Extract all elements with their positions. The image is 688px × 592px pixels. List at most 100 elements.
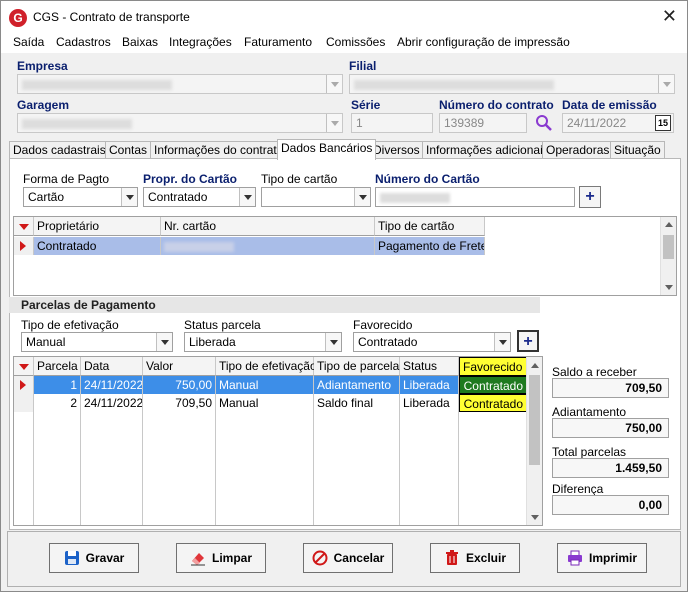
tab-informacoes-adicionais[interactable]: Informações adicionais xyxy=(422,141,553,159)
eraser-icon xyxy=(190,550,206,566)
col-proprietario[interactable]: Proprietário xyxy=(34,217,161,236)
excluir-label: Excluir xyxy=(465,551,507,565)
cell-favorecido: Contratado xyxy=(459,394,527,412)
favorecido-select[interactable]: Contratado xyxy=(353,332,511,352)
garagem-value-redacted xyxy=(22,119,132,129)
grid-empty-area xyxy=(14,412,527,525)
tab-diversos[interactable]: Diversos xyxy=(369,141,424,159)
tab-operadoras[interactable]: Operadoras xyxy=(542,141,614,159)
scroll-down-icon[interactable] xyxy=(665,285,673,290)
numero-cartao-field[interactable] xyxy=(375,187,575,207)
cell-tipo-parcela: Saldo final xyxy=(314,394,400,412)
tab-informacoes-contrato[interactable]: Informações do contrato xyxy=(150,141,288,159)
serie-field[interactable]: 1 xyxy=(351,113,433,133)
table-row[interactable]: 1 24/11/2022 750,00 Manual Adiantamento … xyxy=(14,376,527,394)
parcelas-grid: Parcela Data Valor Tipo de efetivação Ti… xyxy=(13,356,543,526)
menu-saida[interactable]: Saída xyxy=(13,35,44,49)
data-emissao-label: Data de emissão xyxy=(562,98,657,112)
cell-tipo-efetivacao: Manual xyxy=(216,376,314,394)
numero-cartao-value-redacted xyxy=(380,193,450,203)
col-nr-cartao[interactable]: Nr. cartão xyxy=(161,217,375,236)
chevron-down-icon xyxy=(326,75,342,93)
imprimir-button[interactable]: Imprimir xyxy=(557,543,647,573)
save-icon xyxy=(64,550,80,566)
nr-cartao-redacted xyxy=(164,242,234,252)
row-indicator xyxy=(14,394,34,412)
add-parcela-button[interactable]: + xyxy=(517,330,539,352)
garagem-select[interactable] xyxy=(17,113,343,133)
cancel-icon xyxy=(312,550,328,566)
table-row[interactable]: 2 24/11/2022 709,50 Manual Saldo final L… xyxy=(14,394,527,412)
tipo-efetivacao-select[interactable]: Manual xyxy=(21,332,173,352)
scroll-thumb[interactable] xyxy=(663,235,674,259)
cell-parcela: 2 xyxy=(34,394,81,412)
close-icon[interactable]: ✕ xyxy=(662,6,677,27)
col-tipo-parcela[interactable]: Tipo de parcela xyxy=(314,357,400,376)
col-valor[interactable]: Valor xyxy=(143,357,216,376)
parcelas-grid-scrollbar[interactable] xyxy=(526,357,542,525)
tab-contas[interactable]: Contas xyxy=(105,141,152,159)
cell-proprietario: Contratado xyxy=(34,237,161,255)
cancelar-label: Cancelar xyxy=(333,551,385,565)
cartao-grid: Proprietário Nr. cartão Tipo de cartão C… xyxy=(13,216,677,296)
gravar-button[interactable]: Gravar xyxy=(49,543,139,573)
calendar-icon[interactable]: 15 xyxy=(655,115,671,131)
excluir-button[interactable]: Excluir xyxy=(430,543,520,573)
scroll-thumb[interactable] xyxy=(529,375,540,465)
menu-integracoes[interactable]: Integrações xyxy=(169,35,232,49)
data-emissao-value: 24/11/2022 xyxy=(567,116,627,130)
numero-contrato-label: Número do contrato xyxy=(439,98,554,112)
total-parcelas-value: 1.459,50 xyxy=(552,458,669,478)
forma-pagto-select[interactable]: Cartão xyxy=(23,187,138,207)
numero-contrato-field[interactable]: 139389 xyxy=(439,113,527,133)
chevron-down-icon xyxy=(658,75,674,93)
menu-abrir-config-impressao[interactable]: Abrir configuração de impressão xyxy=(397,35,570,49)
tipo-cartao-select[interactable] xyxy=(261,187,371,207)
numero-cartao-label: Número do Cartão xyxy=(375,172,480,186)
col-parcela[interactable]: Parcela xyxy=(34,357,81,376)
menu-comissoes[interactable]: Comissões xyxy=(326,35,385,49)
propr-cartao-select[interactable]: Contratado xyxy=(143,187,256,207)
add-cartao-button[interactable]: + xyxy=(579,186,601,208)
chevron-down-icon xyxy=(325,333,341,351)
col-status[interactable]: Status xyxy=(400,357,459,376)
table-row[interactable]: Contratado Pagamento de Frete xyxy=(14,237,485,255)
cell-valor: 709,50 xyxy=(143,394,216,412)
scroll-up-icon[interactable] xyxy=(665,222,673,227)
col-tipo-efetivacao[interactable]: Tipo de efetivação xyxy=(216,357,317,376)
parcelas-section-title: Parcelas de Pagamento xyxy=(9,297,540,313)
data-emissao-field[interactable]: 24/11/2022 15 xyxy=(562,113,674,133)
cell-data: 24/11/2022 xyxy=(81,376,143,394)
menu-faturamento[interactable]: Faturamento xyxy=(244,35,312,49)
grid-row-indicator-header xyxy=(14,217,34,236)
limpar-button[interactable]: Limpar xyxy=(176,543,266,573)
search-icon[interactable] xyxy=(534,113,554,133)
empresa-select[interactable] xyxy=(17,74,343,94)
cancelar-button[interactable]: Cancelar xyxy=(303,543,393,573)
tab-situacao[interactable]: Situação xyxy=(610,141,665,159)
tab-dados-cadastrais[interactable]: Dados cadastrais xyxy=(9,141,110,159)
tab-bar: Dados cadastrais Contas Informações do c… xyxy=(9,139,681,160)
limpar-label: Limpar xyxy=(211,551,252,565)
scroll-up-icon[interactable] xyxy=(531,363,539,368)
cartao-grid-scrollbar[interactable] xyxy=(660,217,676,295)
filial-select[interactable] xyxy=(349,74,675,94)
scroll-down-icon[interactable] xyxy=(531,515,539,520)
tab-dados-bancarios[interactable]: Dados Bancários xyxy=(277,139,377,160)
tipo-efetivacao-value: Manual xyxy=(26,335,66,349)
cell-tipo-efetivacao: Manual xyxy=(216,394,314,412)
status-parcela-select[interactable]: Liberada xyxy=(184,332,342,352)
gravar-label: Gravar xyxy=(85,551,125,565)
col-tipo-cartao[interactable]: Tipo de cartão xyxy=(375,217,485,236)
diferenca-value: 0,00 xyxy=(552,495,669,515)
chevron-down-icon xyxy=(326,114,342,132)
propr-cartao-label: Propr. do Cartão xyxy=(143,172,238,186)
row-indicator xyxy=(14,376,34,394)
menu-cadastros[interactable]: Cadastros xyxy=(56,35,111,49)
menu-baixas[interactable]: Baixas xyxy=(122,35,158,49)
total-parcelas-label: Total parcelas xyxy=(552,445,627,459)
forma-pagto-label: Forma de Pagto xyxy=(23,172,110,186)
forma-pagto-value: Cartão xyxy=(28,190,65,204)
col-favorecido[interactable]: Favorecido xyxy=(459,357,527,376)
col-data[interactable]: Data xyxy=(81,357,143,376)
